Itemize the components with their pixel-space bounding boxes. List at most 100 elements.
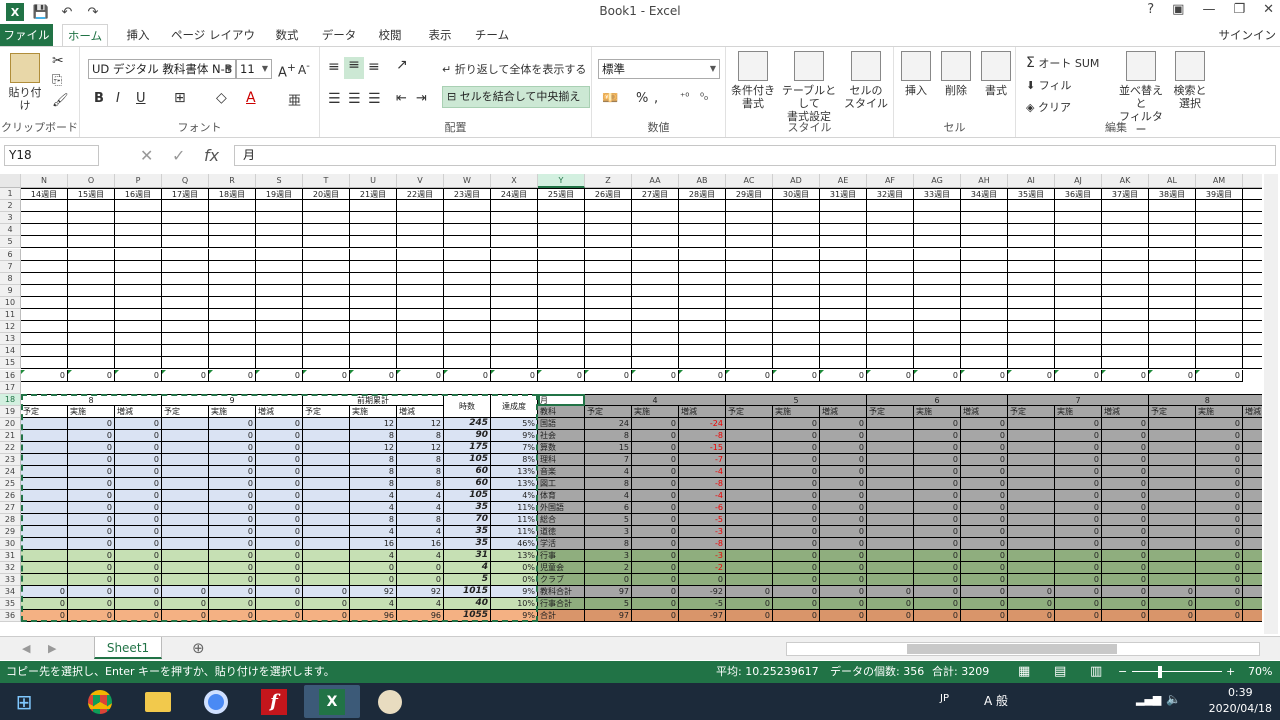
data-cell[interactable]: 0 — [1102, 561, 1149, 574]
data-cell[interactable]: 0 — [1243, 477, 1262, 490]
data-cell[interactable]: 0 — [726, 597, 773, 610]
grid-cell[interactable] — [1149, 345, 1196, 358]
comma-icon[interactable]: , — [654, 91, 658, 106]
grid-cell[interactable] — [961, 200, 1008, 213]
grid-cell[interactable] — [350, 333, 397, 346]
data-cell[interactable]: 0 — [1243, 417, 1262, 430]
grid-cell[interactable] — [209, 333, 256, 346]
data-cell[interactable] — [303, 561, 350, 574]
data-cell[interactable] — [1149, 573, 1196, 586]
data-cell[interactable]: 0 — [820, 489, 867, 502]
data-cell[interactable]: 0 — [820, 549, 867, 562]
hours-cell[interactable]: 35 — [444, 501, 491, 514]
data-cell[interactable] — [726, 525, 773, 538]
subheader-cell[interactable]: 実施 — [773, 405, 820, 418]
grid-cell[interactable] — [1149, 200, 1196, 213]
data-cell[interactable]: 4 — [350, 549, 397, 562]
grid-cell[interactable] — [820, 357, 867, 370]
data-cell[interactable] — [1149, 561, 1196, 574]
grid-cell[interactable] — [397, 224, 444, 237]
grid-cell[interactable] — [1055, 272, 1102, 285]
data-cell[interactable] — [162, 525, 209, 538]
grid-cell[interactable] — [162, 333, 209, 346]
grid-cell[interactable] — [632, 357, 679, 370]
select-all-corner[interactable] — [0, 174, 21, 188]
grid-cell[interactable] — [21, 321, 68, 334]
data-cell[interactable]: 0 — [632, 549, 679, 562]
data-cell[interactable]: -3 — [679, 549, 726, 562]
grid-cell[interactable] — [585, 248, 632, 261]
data-cell[interactable]: 0 — [1196, 477, 1243, 490]
data-cell[interactable] — [1149, 525, 1196, 538]
data-cell[interactable]: 0 — [1102, 465, 1149, 478]
grid-cell[interactable] — [1055, 248, 1102, 261]
grid-cell[interactable] — [115, 260, 162, 273]
data-cell[interactable]: 0 — [820, 477, 867, 490]
hours-cell[interactable]: 245 — [444, 417, 491, 430]
row-header[interactable]: 18 — [0, 393, 21, 406]
tab-formulas[interactable]: 数式 — [266, 24, 308, 46]
data-cell[interactable] — [21, 477, 68, 490]
grid-cell[interactable] — [397, 212, 444, 225]
subheader-cell[interactable]: 予定 — [303, 405, 350, 418]
column-header[interactable]: AH — [961, 174, 1008, 188]
grid-cell[interactable] — [162, 236, 209, 249]
data-cell[interactable]: 0 — [1149, 585, 1196, 598]
grid-cell[interactable] — [491, 248, 538, 261]
grid-cell[interactable] — [162, 272, 209, 285]
subject-cell[interactable]: 行事合計 — [538, 597, 585, 610]
data-cell[interactable]: 8 — [585, 537, 632, 550]
grid-cell[interactable] — [162, 260, 209, 273]
subheader-cell[interactable]: 実施 — [209, 405, 256, 418]
grid-cell[interactable] — [350, 248, 397, 261]
grid-cell[interactable] — [162, 212, 209, 225]
row-header[interactable]: 16 — [0, 369, 21, 382]
data-cell[interactable] — [1149, 513, 1196, 526]
data-cell[interactable]: 0 — [820, 573, 867, 586]
total-cell[interactable]: 0 — [303, 369, 350, 382]
data-cell[interactable]: 0 — [115, 453, 162, 466]
format-as-table-button[interactable]: テーブルとして 書式設定 — [778, 51, 840, 123]
grid-cell[interactable] — [115, 212, 162, 225]
grid-cell[interactable] — [397, 333, 444, 346]
rate-cell[interactable]: 0% — [491, 561, 538, 574]
cut-icon[interactable]: ✂ — [52, 53, 64, 69]
data-cell[interactable]: 0 — [1243, 573, 1262, 586]
total-cell[interactable]: 0 — [1055, 369, 1102, 382]
data-cell[interactable]: 0 — [914, 429, 961, 442]
row-header[interactable]: 27 — [0, 501, 21, 514]
grid-cell[interactable] — [1149, 321, 1196, 334]
data-cell[interactable]: 0 — [1196, 573, 1243, 586]
data-cell[interactable] — [1008, 501, 1055, 514]
grid-cell[interactable] — [679, 357, 726, 370]
data-cell[interactable]: 0 — [1055, 489, 1102, 502]
row-header[interactable]: 15 — [0, 357, 21, 370]
total-cell[interactable]: 0 — [444, 369, 491, 382]
row-header[interactable]: 8 — [0, 272, 21, 285]
week-label-cell[interactable]: 25週目 — [538, 188, 585, 201]
grid-cell[interactable] — [585, 272, 632, 285]
week-label-cell[interactable]: 32週目 — [867, 188, 914, 201]
grid-cell[interactable] — [632, 333, 679, 346]
data-cell[interactable]: 0 — [256, 417, 303, 430]
data-cell[interactable]: 8 — [397, 453, 444, 466]
data-cell[interactable]: -8 — [679, 477, 726, 490]
align-top-icon[interactable]: ≡ — [328, 59, 340, 75]
grid-cell[interactable] — [585, 309, 632, 322]
grid-cell[interactable] — [820, 284, 867, 297]
data-cell[interactable]: 0 — [350, 573, 397, 586]
grid-cell[interactable] — [115, 296, 162, 309]
grid-cell[interactable] — [21, 309, 68, 322]
week-label-cell[interactable]: 36週目 — [1055, 188, 1102, 201]
subject-cell[interactable]: 国語 — [538, 417, 585, 430]
grid-cell[interactable] — [867, 224, 914, 237]
data-cell[interactable]: 12 — [350, 441, 397, 454]
grid-cell[interactable] — [726, 236, 773, 249]
data-cell[interactable]: 0 — [914, 537, 961, 550]
grid-cell[interactable] — [867, 248, 914, 261]
grid-cell[interactable] — [21, 224, 68, 237]
data-cell[interactable]: 0 — [914, 417, 961, 430]
data-cell[interactable] — [1149, 537, 1196, 550]
minimize-icon[interactable]: — — [1202, 2, 1215, 17]
grid-cell[interactable] — [1102, 200, 1149, 213]
